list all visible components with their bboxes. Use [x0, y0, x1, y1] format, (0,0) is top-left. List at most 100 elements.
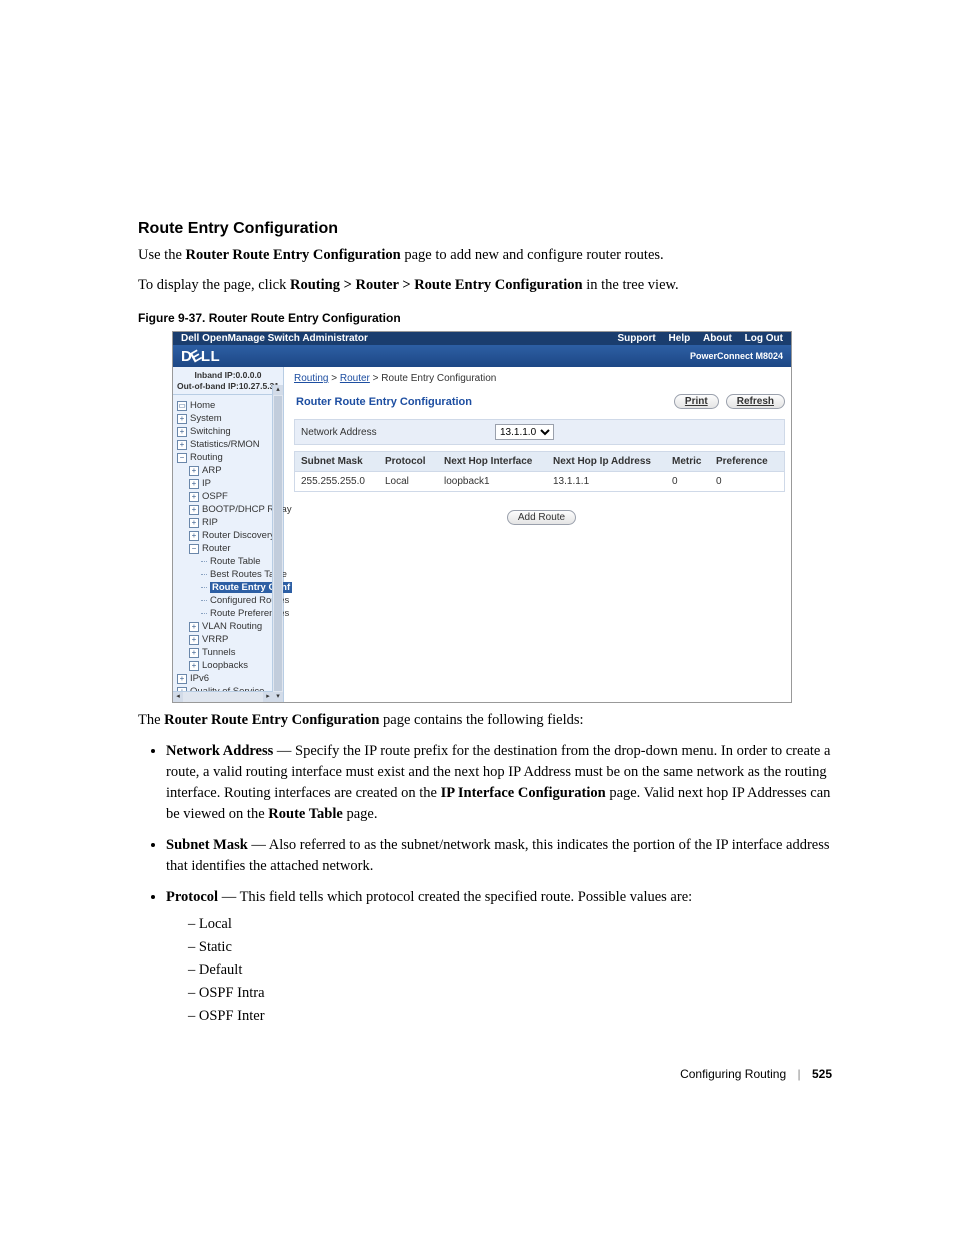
text-bold: Routing > Router > Route Entry Configura… — [290, 277, 583, 293]
tree-label: Statistics/RMON — [190, 439, 260, 450]
nav-support[interactable]: Support — [617, 333, 655, 344]
text-bold: Router Route Entry Configuration — [164, 712, 379, 728]
list-item: Protocol — This field tells which protoc… — [166, 887, 834, 1027]
crumb-current: Route Entry Configuration — [381, 373, 496, 384]
tree-loopbacks[interactable]: +Loopbacks — [177, 659, 281, 672]
collapse-icon[interactable]: − — [177, 453, 187, 463]
tree-label: Route Table — [210, 556, 261, 567]
network-address-label: Network Address — [301, 427, 491, 438]
expand-icon[interactable]: + — [189, 479, 199, 489]
dash: — — [218, 889, 240, 905]
tree-tunnels[interactable]: +Tunnels — [177, 646, 281, 659]
list-item: Subnet Mask — Also referred to as the su… — [166, 835, 834, 877]
tree-label: Routing — [190, 452, 223, 463]
term: Subnet Mask — [166, 837, 248, 853]
tree-ipv6[interactable]: +IPv6 — [177, 672, 281, 685]
text: To display the page, click — [138, 277, 290, 293]
nav-help[interactable]: Help — [669, 333, 691, 344]
window-title: Dell OpenManage Switch Administrator — [181, 333, 368, 344]
tree-rdisc[interactable]: +Router Discovery — [177, 529, 281, 542]
table-header-row: Subnet Mask Protocol Next Hop Interface … — [294, 451, 785, 472]
table-row: 255.255.255.0 Local loopback1 13.1.1.1 0… — [294, 472, 785, 492]
page-title: Router Route Entry Configuration — [296, 396, 472, 408]
scroll-down-icon[interactable]: ▾ — [273, 692, 283, 702]
tree-label: IP — [202, 478, 211, 489]
expand-icon[interactable]: + — [189, 622, 199, 632]
sub-item: OSPF Inter — [188, 1006, 834, 1027]
sub-item: OSPF Intra — [188, 983, 834, 1004]
expand-icon[interactable]: + — [189, 648, 199, 658]
expand-icon[interactable]: + — [177, 440, 187, 450]
scroll-up-icon[interactable]: ▴ — [273, 385, 283, 395]
scrollbar-thumb[interactable] — [274, 396, 282, 691]
expand-icon[interactable]: + — [189, 531, 199, 541]
collapse-icon[interactable]: − — [189, 544, 199, 554]
network-address-row: Network Address 13.1.1.0 — [294, 419, 785, 445]
nav-logout[interactable]: Log Out — [745, 333, 783, 344]
print-button[interactable]: Print — [674, 394, 719, 409]
tree-route-entry-conf[interactable]: Route Entry Conf — [177, 581, 281, 594]
footer-separator: | — [798, 1067, 801, 1081]
horizontal-scrollbar[interactable]: ◂ ▸ — [173, 691, 273, 702]
expand-icon[interactable]: + — [177, 427, 187, 437]
cell-metric: 0 — [672, 476, 712, 487]
inband-ip: Inband IP:0.0.0.0 — [175, 370, 281, 381]
tree-route-preferences[interactable]: Route Preferences — [177, 607, 281, 620]
scroll-right-icon[interactable]: ▸ — [263, 692, 273, 702]
tree-label: Router — [202, 543, 231, 554]
tree-ip[interactable]: +IP — [177, 477, 281, 490]
text: The — [138, 712, 164, 728]
folder-icon: ▭ — [177, 401, 187, 411]
tree-label: RIP — [202, 517, 218, 528]
sub-item: Local — [188, 914, 834, 935]
tree-vrrp[interactable]: +VRRP — [177, 633, 281, 646]
scroll-left-icon[interactable]: ◂ — [173, 692, 183, 702]
tree-system[interactable]: +System — [177, 412, 281, 425]
tree-stats[interactable]: +Statistics/RMON — [177, 438, 281, 451]
tree-vlan-routing[interactable]: +VLAN Routing — [177, 620, 281, 633]
nav-tree: ▭Home +System +Switching +Statistics/RMO… — [173, 395, 283, 702]
tree-router[interactable]: −Router — [177, 542, 281, 555]
vertical-scrollbar[interactable]: ▴ ▾ — [272, 385, 283, 702]
nav-about[interactable]: About — [703, 333, 732, 344]
expand-icon[interactable]: + — [189, 505, 199, 515]
tree-routing[interactable]: −Routing — [177, 451, 281, 464]
text: This field tells which protocol created … — [240, 889, 693, 905]
dell-logo-icon: DELL — [181, 348, 220, 365]
tree-arp[interactable]: +ARP — [177, 464, 281, 477]
brand-bar: DELL PowerConnect M8024 — [173, 345, 791, 367]
section-heading: Route Entry Configuration — [138, 220, 834, 238]
tree-bootp[interactable]: +BOOTP/DHCP Relay — [177, 503, 281, 516]
cell-protocol: Local — [385, 476, 440, 487]
term: Protocol — [166, 889, 218, 905]
col-protocol: Protocol — [385, 456, 440, 467]
expand-icon[interactable]: + — [177, 414, 187, 424]
expand-icon[interactable]: + — [189, 635, 199, 645]
dash: — — [273, 743, 295, 759]
tree-label: IPv6 — [190, 673, 209, 684]
refresh-button[interactable]: Refresh — [726, 394, 785, 409]
tree-route-table[interactable]: Route Table — [177, 555, 281, 568]
field-list: Network Address — Specify the IP route p… — [166, 741, 834, 1027]
term: Network Address — [166, 743, 273, 759]
tree-label: Switching — [190, 426, 231, 437]
breadcrumb: Routing > Router > Route Entry Configura… — [284, 367, 795, 386]
expand-icon[interactable]: + — [189, 466, 199, 476]
tree-home[interactable]: ▭Home — [177, 399, 281, 412]
tree-label: Router Discovery — [202, 530, 275, 541]
add-route-button[interactable]: Add Route — [507, 510, 576, 525]
tree-rip[interactable]: +RIP — [177, 516, 281, 529]
crumb-router[interactable]: Router — [340, 373, 370, 384]
expand-icon[interactable]: + — [189, 492, 199, 502]
tree-switching[interactable]: +Switching — [177, 425, 281, 438]
crumb-routing[interactable]: Routing — [294, 373, 328, 384]
expand-icon[interactable]: + — [189, 518, 199, 528]
tree-ospf[interactable]: +OSPF — [177, 490, 281, 503]
text-bold: IP Interface Configuration — [441, 785, 606, 801]
col-metric: Metric — [672, 456, 712, 467]
expand-icon[interactable]: + — [189, 661, 199, 671]
tree-configured-routes[interactable]: Configured Routes — [177, 594, 281, 607]
tree-best-routes[interactable]: Best Routes Table — [177, 568, 281, 581]
expand-icon[interactable]: + — [177, 674, 187, 684]
network-address-select[interactable]: 13.1.1.0 — [495, 424, 554, 440]
